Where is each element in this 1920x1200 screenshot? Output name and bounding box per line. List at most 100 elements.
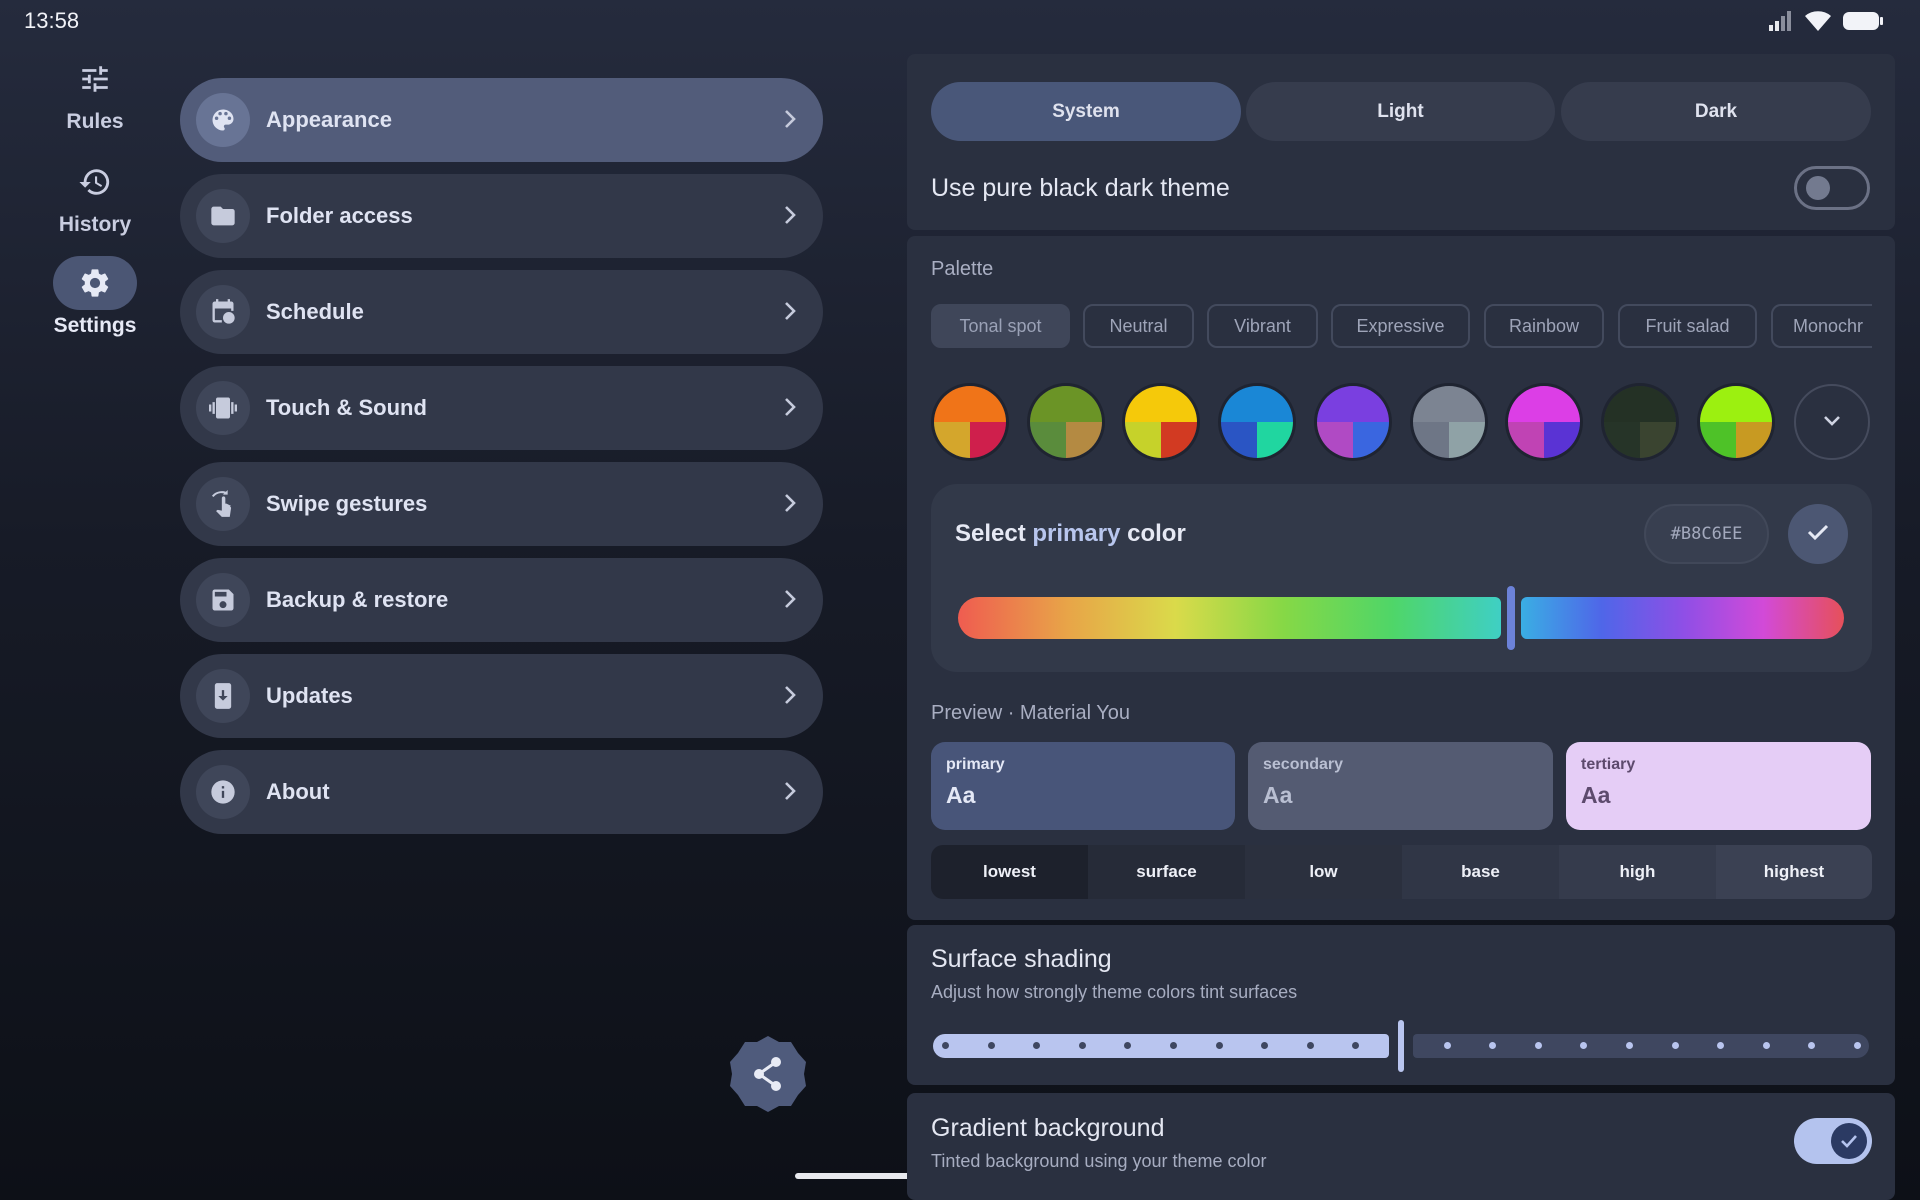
battery-icon [1842,10,1884,37]
chevron-right-icon [783,780,797,807]
primary-color-title: Select primary color [955,520,1186,547]
folder-icon [196,189,250,243]
theme-mode-dark[interactable]: Dark [1561,82,1871,141]
settings-item-label: Updates [266,683,353,708]
hue-slider-track-left[interactable] [958,597,1501,639]
chevron-right-icon [783,396,797,423]
slider-tick [1762,1042,1770,1049]
slider-tick [1854,1042,1861,1049]
swatch-7[interactable] [1604,386,1676,458]
settings-item-updates[interactable]: Updates [180,654,823,738]
settings-item-folder-access[interactable]: Folder access [180,174,823,258]
slider-tick [1306,1042,1314,1049]
theme-mode-light[interactable]: Light [1246,82,1555,141]
swatch-2[interactable] [1125,386,1197,458]
gradient-bg-subtitle: Tinted background using your theme color [931,1151,1267,1171]
hue-slider-track-right[interactable] [1521,597,1844,639]
slider-tick [1078,1042,1086,1049]
settings-item-label: Backup & restore [266,587,449,612]
hue-slider-thumb[interactable] [1507,586,1515,650]
status-time: 13:58 [24,8,80,33]
rail-item-settings[interactable]: Settings [40,256,150,338]
save-icon [196,573,250,627]
swatch-4[interactable] [1317,386,1389,458]
info-icon [196,765,250,819]
settings-item-label: About [266,779,330,804]
settings-item-label: Appearance [266,107,392,132]
chevron-right-icon [783,492,797,519]
settings-item-backup-restore[interactable]: Backup & restore [180,558,823,642]
chip-expressive[interactable]: Expressive [1331,304,1470,348]
settings-item-swipe-gestures[interactable]: Swipe gestures [180,462,823,546]
settings-list: Appearance Folder access Schedule Touch … [180,78,823,846]
surface-shading-subtitle: Adjust how strongly theme colors tint su… [931,982,1298,1002]
check-icon [1806,522,1830,547]
gear-icon [53,256,137,310]
gradient-bg-title: Gradient background [931,1114,1165,1142]
rail-label: History [58,213,132,236]
slider-tick [1671,1042,1679,1049]
gradient-bg-toggle[interactable] [1794,1118,1872,1164]
chip-neutral[interactable]: Neutral [1083,304,1194,348]
shading-slider-inactive[interactable] [1413,1034,1869,1058]
pure-black-toggle[interactable] [1794,166,1870,210]
chip-tonal-spot[interactable]: Tonal spot [931,304,1070,348]
settings-item-appearance[interactable]: Appearance [180,78,823,162]
slider-tick [987,1042,995,1049]
tone-highest: highest [1716,845,1872,899]
theme-mode-card [907,54,1895,230]
tone-lowest: lowest [931,845,1088,899]
swatch-8[interactable] [1700,386,1772,458]
theme-mode-system[interactable]: System [931,82,1241,141]
settings-item-about[interactable]: About [180,750,823,834]
tone-low: low [1245,845,1402,899]
chevron-right-icon [783,588,797,615]
chevron-right-icon [783,684,797,711]
surface-shading-title: Surface shading [931,945,1112,973]
pure-black-label: Use pure black dark theme [931,174,1230,202]
download-icon [196,669,250,723]
share-button[interactable] [728,1034,808,1114]
slider-tick [1626,1042,1633,1049]
chip-fruit-salad[interactable]: Fruit salad [1618,304,1757,348]
tone-surface: surface [1088,845,1245,899]
settings-item-label: Folder access [266,203,413,228]
palette-icon [196,93,250,147]
swatch-1[interactable] [1030,386,1102,458]
rail-item-history[interactable]: History [40,155,150,237]
settings-item-touch-sound[interactable]: Touch & Sound [180,366,823,450]
slider-tick [942,1042,949,1049]
slider-tick [1170,1042,1177,1049]
tone-base: base [1402,845,1559,899]
settings-item-schedule[interactable]: Schedule [180,270,823,354]
shading-slider-thumb[interactable] [1398,1020,1404,1072]
confirm-color-button[interactable] [1788,504,1848,564]
chip-vibrant[interactable]: Vibrant [1207,304,1318,348]
hex-input[interactable]: #B8C6EE [1644,504,1769,564]
rail-item-rules[interactable]: Rules [40,52,150,134]
chevron-down-icon [1822,413,1842,432]
preview-card-secondary: secondary Aa [1248,742,1553,830]
expand-swatches-button[interactable] [1794,384,1870,460]
tone-high: high [1559,845,1716,899]
slider-tick [1443,1042,1451,1049]
palette-title: Palette [931,258,994,280]
gradient-bg-card [907,1093,1895,1200]
tune-icon [53,52,137,106]
slider-tick [1534,1042,1542,1049]
swatch-6[interactable] [1508,386,1580,458]
swipe-icon [196,477,250,531]
chevron-right-icon [783,108,797,135]
check-icon [1831,1123,1867,1159]
chip-monochrome[interactable]: Monochr [1771,304,1872,348]
status-icons [1768,10,1884,37]
chevron-right-icon [783,300,797,327]
preview-title: Preview · Material You [931,702,1130,724]
swatch-3[interactable] [1221,386,1293,458]
calendar-clock-icon [196,285,250,339]
slider-tick [1215,1042,1223,1049]
swatch-0[interactable] [934,386,1006,458]
shading-slider-active[interactable] [933,1034,1389,1058]
chip-rainbow[interactable]: Rainbow [1484,304,1604,348]
swatch-5[interactable] [1413,386,1485,458]
